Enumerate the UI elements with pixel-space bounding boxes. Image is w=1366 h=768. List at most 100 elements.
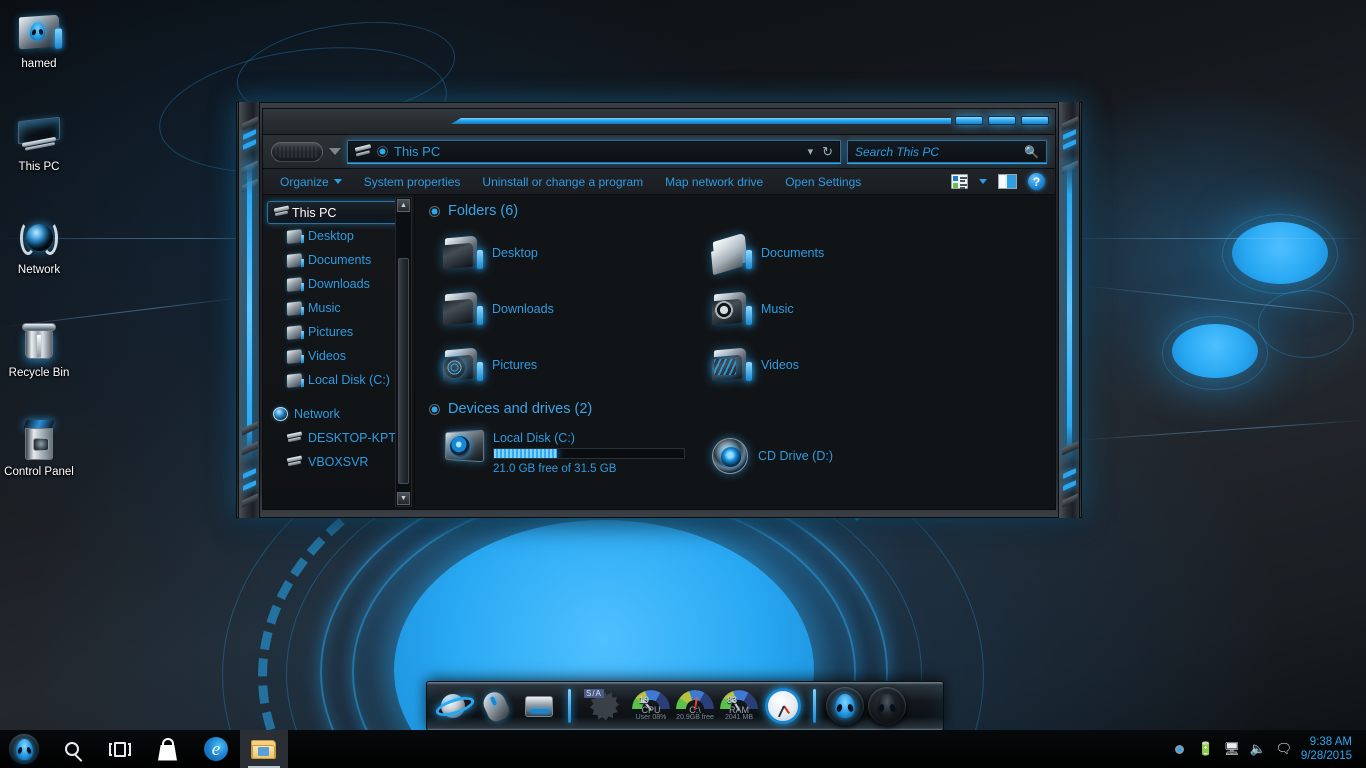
chevron-down-icon[interactable]: ▾ [808, 145, 814, 158]
window-client-area: This PC ▾ ↻ Search This PC 🔍 Organize Sy… [262, 108, 1056, 510]
refresh-icon[interactable]: ↻ [822, 144, 833, 160]
toolbar-item-open-settings[interactable]: Open Settings [774, 169, 872, 195]
group-header-folders[interactable]: Folders (6) [429, 203, 1045, 219]
address-bar-path: This PC [394, 144, 440, 159]
view-layout-icon[interactable] [951, 174, 968, 189]
clock-date: 9/28/2015 [1301, 749, 1352, 763]
network-icon [273, 407, 288, 421]
disk-gauge[interactable]: C:\ 20.9GB free [675, 688, 715, 724]
help-button[interactable]: ? [1028, 173, 1045, 190]
preview-pane-icon[interactable] [998, 174, 1017, 189]
list-item[interactable]: Downloads [443, 281, 708, 337]
desktop-icon-network[interactable]: Network [0, 210, 78, 281]
cpu-gauge[interactable]: 19 CPU User 08% [631, 688, 671, 724]
wallpaper-node-ring-2 [1162, 316, 1268, 390]
sidebar-item-label: Network [294, 407, 340, 421]
close-button[interactable] [1021, 116, 1049, 125]
desktop-icon-control-panel[interactable]: Control Panel [0, 412, 78, 483]
network-icon[interactable]: 🖥 [1219, 730, 1245, 768]
sidebar-item-documents[interactable]: Documents [267, 248, 414, 272]
toolbar-item-label: System properties [364, 175, 461, 189]
sidebar-item-music[interactable]: Music [267, 296, 414, 320]
sidebar-item-pictures[interactable]: Pictures [267, 320, 414, 344]
alienware-fx-button[interactable] [868, 687, 906, 725]
search-button[interactable] [48, 730, 96, 768]
user-folder-icon [17, 10, 61, 54]
folder-icon [287, 277, 302, 292]
volume-icon[interactable]: 🔈 [1245, 730, 1271, 768]
sidebar-item-vboxsvr[interactable]: VBOXSVR [267, 450, 414, 474]
sidebar-item-this-pc[interactable]: This PC [267, 201, 408, 224]
back-forward-buttons[interactable] [271, 142, 323, 162]
list-item[interactable]: Desktop [443, 225, 708, 281]
desktop-dock[interactable]: S/A 19 CPU User 08% C:\ 20.9GB free 83 R… [426, 681, 944, 731]
list-item[interactable]: Pictures [443, 337, 708, 393]
control-panel-icon [17, 418, 61, 462]
sidebar-item-downloads[interactable]: Downloads [267, 272, 414, 296]
task-view-button[interactable] [96, 730, 144, 768]
edge-button[interactable]: e [192, 730, 240, 768]
hidden-icons-indicator[interactable] [1167, 730, 1193, 768]
navigation-pane: This PC Desktop Documents Downloads Musi… [263, 195, 415, 509]
folder-icon [443, 293, 481, 325]
sidebar-item-videos[interactable]: Videos [267, 344, 414, 368]
toolbar-right-group: ? [951, 173, 1049, 190]
toolbar-item-map-network-drive[interactable]: Map network drive [654, 169, 774, 195]
list-item[interactable]: Documents [712, 225, 977, 281]
capacity-bar-fill [494, 449, 557, 458]
sidebar-item-label: Downloads [308, 277, 370, 291]
recent-locations-button[interactable] [329, 148, 341, 155]
start-button[interactable] [0, 730, 48, 768]
window-title-bar[interactable] [263, 109, 1055, 135]
list-item[interactable]: Music [712, 281, 977, 337]
mouse-icon[interactable] [478, 689, 516, 723]
sidebar-item-local-disk-c[interactable]: Local Disk (C:) [267, 368, 414, 392]
action-center-icon[interactable]: 🗨 [1271, 730, 1297, 768]
toolbar-item-uninstall-program[interactable]: Uninstall or change a program [471, 169, 654, 195]
address-bar[interactable]: This PC ▾ ↻ [347, 140, 841, 163]
scroll-up-icon[interactable]: ▲ [397, 199, 410, 212]
sidebar-item-desktop-kpt[interactable]: DESKTOP-KPT [267, 426, 414, 450]
clock[interactable]: 9:38 AM 9/28/2015 [1297, 735, 1360, 763]
file-explorer-button[interactable] [240, 730, 288, 768]
list-item[interactable]: Videos [712, 337, 977, 393]
battery-icon[interactable]: 🔋 [1193, 730, 1219, 768]
list-item[interactable]: CD Drive (D:) [712, 427, 977, 481]
desktop-icon-hamed[interactable]: hamed [0, 4, 78, 75]
saturn-icon[interactable] [436, 689, 474, 723]
toolbar-item-label: Uninstall or change a program [482, 175, 643, 189]
maximize-button[interactable] [988, 116, 1016, 125]
toolbar-item-organize[interactable]: Organize [269, 169, 353, 195]
minimize-button[interactable] [955, 116, 983, 125]
desktop-icon-this-pc[interactable]: This PC [0, 107, 78, 178]
system-tray: 🔋 🖥 🔈 🗨 9:38 AM 9/28/2015 [1167, 730, 1366, 768]
chevron-down-icon[interactable] [979, 179, 987, 184]
store-button[interactable] [144, 730, 192, 768]
group-expander-icon[interactable] [429, 404, 440, 415]
alienware-command-center-button[interactable] [826, 687, 864, 725]
cd-drive-icon [712, 438, 748, 474]
toolbar-item-system-properties[interactable]: System properties [353, 169, 472, 195]
navigation-pane-scrollbar[interactable]: ▲ ▼ [395, 197, 412, 507]
sidebar-item-desktop[interactable]: Desktop [267, 224, 414, 248]
file-explorer-window[interactable]: This PC ▾ ↻ Search This PC 🔍 Organize Sy… [236, 102, 1082, 518]
ram-gauge[interactable]: 83 RAM 2041 MB [719, 688, 759, 724]
scroll-down-icon[interactable]: ▼ [397, 492, 410, 505]
search-input[interactable]: Search This PC [855, 145, 1024, 159]
desktop-icon-recycle-bin[interactable]: Recycle Bin [0, 313, 78, 384]
file-list-content[interactable]: Folders (6) Desktop Documents Downloads [415, 195, 1055, 509]
group-header-devices[interactable]: Devices and drives (2) [429, 401, 1045, 417]
toolbar-item-label: Open Settings [785, 175, 861, 189]
group-expander-icon[interactable] [429, 206, 440, 217]
analog-clock-icon[interactable] [763, 686, 803, 726]
gadget-badge[interactable]: S/A [581, 688, 627, 724]
taskbar[interactable]: e 🔋 🖥 🔈 🗨 9:38 AM 9/28/2015 [0, 730, 1366, 768]
sidebar-item-label: Music [308, 301, 341, 315]
sidebar-item-network[interactable]: Network [267, 402, 414, 426]
list-item[interactable]: Local Disk (C:) 21.0 GB free of 31.5 GB [443, 427, 708, 481]
scrollbar-thumb[interactable] [398, 258, 409, 484]
search-box[interactable]: Search This PC 🔍 [847, 140, 1047, 163]
alienware-start-icon [9, 734, 39, 764]
stack-icon[interactable] [520, 689, 558, 723]
window-body: This PC Desktop Documents Downloads Musi… [263, 195, 1055, 509]
